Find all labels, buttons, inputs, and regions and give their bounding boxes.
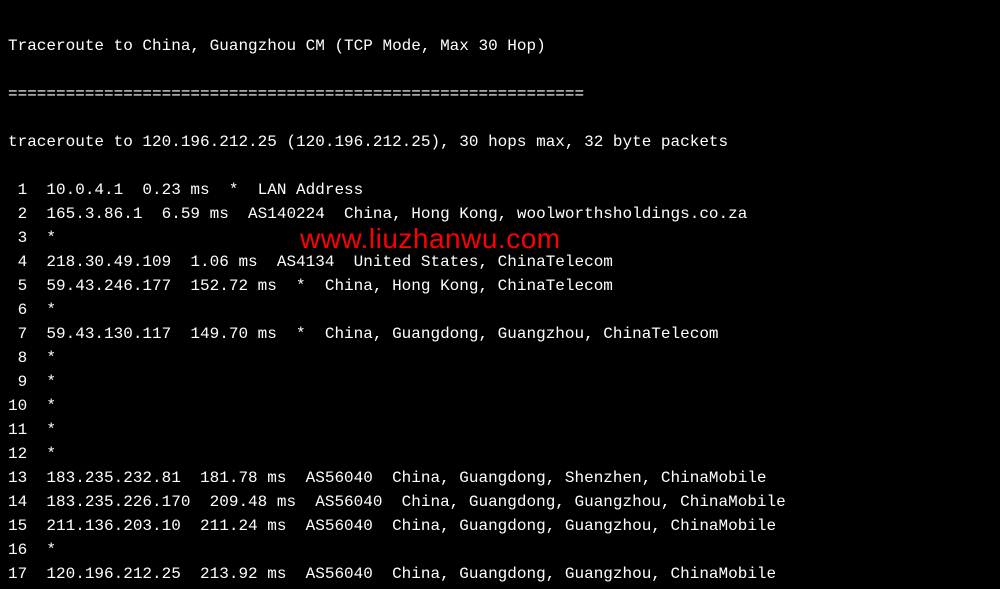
traceroute-title: Traceroute to China, Guangzhou CM (TCP M… xyxy=(8,34,992,58)
hop-row: 15 211.136.203.10 211.24 ms AS56040 Chin… xyxy=(8,514,992,538)
hop-row: 14 183.235.226.170 209.48 ms AS56040 Chi… xyxy=(8,490,992,514)
hop-list: 1 10.0.4.1 0.23 ms * LAN Address 2 165.3… xyxy=(8,178,992,586)
hop-row: 2 165.3.86.1 6.59 ms AS140224 China, Hon… xyxy=(8,202,992,226)
divider-line: ========================================… xyxy=(8,82,992,106)
hop-row: 3 * xyxy=(8,226,992,250)
hop-row: 1 10.0.4.1 0.23 ms * LAN Address xyxy=(8,178,992,202)
hop-row: 17 120.196.212.25 213.92 ms AS56040 Chin… xyxy=(8,562,992,586)
traceroute-command: traceroute to 120.196.212.25 (120.196.21… xyxy=(8,130,992,154)
terminal-output: Traceroute to China, Guangzhou CM (TCP M… xyxy=(0,0,1000,589)
hop-row: 6 * xyxy=(8,298,992,322)
hop-row: 16 * xyxy=(8,538,992,562)
hop-row: 9 * xyxy=(8,370,992,394)
hop-row: 13 183.235.232.81 181.78 ms AS56040 Chin… xyxy=(8,466,992,490)
hop-row: 8 * xyxy=(8,346,992,370)
hop-row: 5 59.43.246.177 152.72 ms * China, Hong … xyxy=(8,274,992,298)
hop-row: 12 * xyxy=(8,442,992,466)
hop-row: 10 * xyxy=(8,394,992,418)
hop-row: 7 59.43.130.117 149.70 ms * China, Guang… xyxy=(8,322,992,346)
hop-row: 11 * xyxy=(8,418,992,442)
hop-row: 4 218.30.49.109 1.06 ms AS4134 United St… xyxy=(8,250,992,274)
